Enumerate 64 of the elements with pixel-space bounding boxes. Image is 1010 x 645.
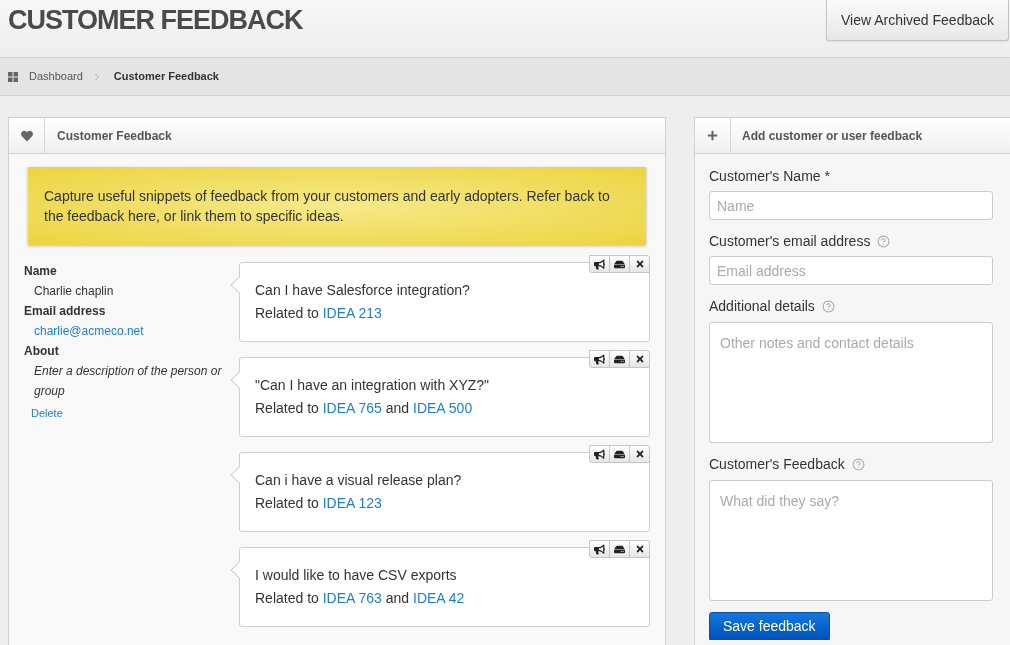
close-icon	[634, 259, 645, 269]
remove-button[interactable]	[629, 540, 650, 558]
field-label: Customer's Feedback	[709, 454, 845, 474]
grid-icon	[8, 71, 18, 82]
feedback-quote: "Can I have an integration with XYZ?"	[255, 376, 491, 395]
person-about-hint[interactable]: Enter a description of the person or group	[24, 361, 239, 401]
megaphone-button[interactable]	[589, 350, 610, 368]
megaphone-icon	[594, 258, 605, 270]
field-label: Additional details	[709, 296, 815, 316]
person-field-label: Name	[24, 263, 58, 280]
heart-icon	[20, 129, 33, 142]
text-area[interactable]: Other notes and contact details	[709, 322, 993, 443]
megaphone-button[interactable]	[589, 445, 610, 463]
megaphone-icon	[594, 448, 605, 460]
feedback-quote: Can i have a visual release plan?	[255, 471, 463, 490]
person-email-link[interactable]: charlie@acmeco.net	[24, 321, 239, 341]
text-field[interactable]: Name	[709, 191, 993, 220]
hard-drive-icon	[614, 543, 625, 555]
remove-button[interactable]	[629, 350, 650, 368]
remove-button[interactable]	[629, 255, 650, 273]
drive-button[interactable]	[609, 445, 630, 463]
close-icon	[634, 354, 645, 364]
related-ideas: Related to IDEA 765 and IDEA 500	[255, 399, 474, 418]
panel-title: Add customer or user feedback	[741, 127, 923, 145]
person-field-label: About	[24, 343, 60, 360]
feedback-quote: Can I have Salesforce integration?	[255, 281, 471, 300]
person-field-label: Email address	[24, 303, 107, 320]
delete-link[interactable]: Delete	[24, 403, 63, 423]
save-feedback-button[interactable]: Save feedback	[709, 612, 830, 640]
related-ideas: Related to IDEA 123	[255, 494, 383, 513]
close-icon	[634, 544, 645, 554]
hard-drive-icon	[614, 448, 625, 460]
megaphone-button[interactable]	[589, 540, 610, 558]
drive-button[interactable]	[609, 540, 630, 558]
remove-button[interactable]	[629, 445, 650, 463]
hard-drive-icon	[614, 258, 625, 270]
idea-link[interactable]: IDEA 42	[413, 590, 465, 606]
related-ideas: Related to IDEA 213	[255, 304, 383, 323]
info-notice: Capture useful snippets of feedback from your customers and early adopters. Refer back to the feedback here, or link them to specific ideas.	[28, 167, 646, 245]
idea-link[interactable]: IDEA 213	[322, 305, 382, 321]
close-icon	[634, 449, 645, 459]
field-label: Customer's email address	[709, 231, 871, 251]
idea-link[interactable]: IDEA 500	[413, 400, 473, 416]
field-label: Customer's Name *	[709, 166, 830, 186]
megaphone-icon	[594, 543, 605, 555]
drive-button[interactable]	[609, 350, 630, 368]
text-field[interactable]: Email address	[709, 256, 993, 285]
idea-link[interactable]: IDEA 765	[322, 400, 382, 416]
megaphone-button[interactable]	[589, 255, 610, 273]
breadcrumb-link[interactable]: Dashboard	[29, 68, 83, 85]
feedback-quote: I would like to have CSV exports	[255, 566, 458, 585]
related-ideas: Related to IDEA 763 and IDEA 42	[255, 589, 466, 608]
plus-icon	[707, 130, 718, 141]
view-archived-button[interactable]: View Archived Feedback	[825, 0, 1009, 41]
drive-button[interactable]	[609, 255, 630, 273]
hard-drive-icon	[614, 353, 625, 365]
megaphone-icon	[594, 353, 605, 365]
text-area[interactable]: What did they say?	[709, 480, 993, 601]
page-title: CUSTOMER FEEDBACK	[8, 4, 303, 37]
breadcrumb-link[interactable]: Customer Feedback	[113, 68, 219, 85]
person-name-value: Charlie chaplin	[33, 283, 115, 300]
idea-link[interactable]: IDEA 763	[322, 590, 382, 606]
panel-title: Customer Feedback	[56, 127, 172, 145]
idea-link[interactable]: IDEA 123	[322, 495, 382, 511]
